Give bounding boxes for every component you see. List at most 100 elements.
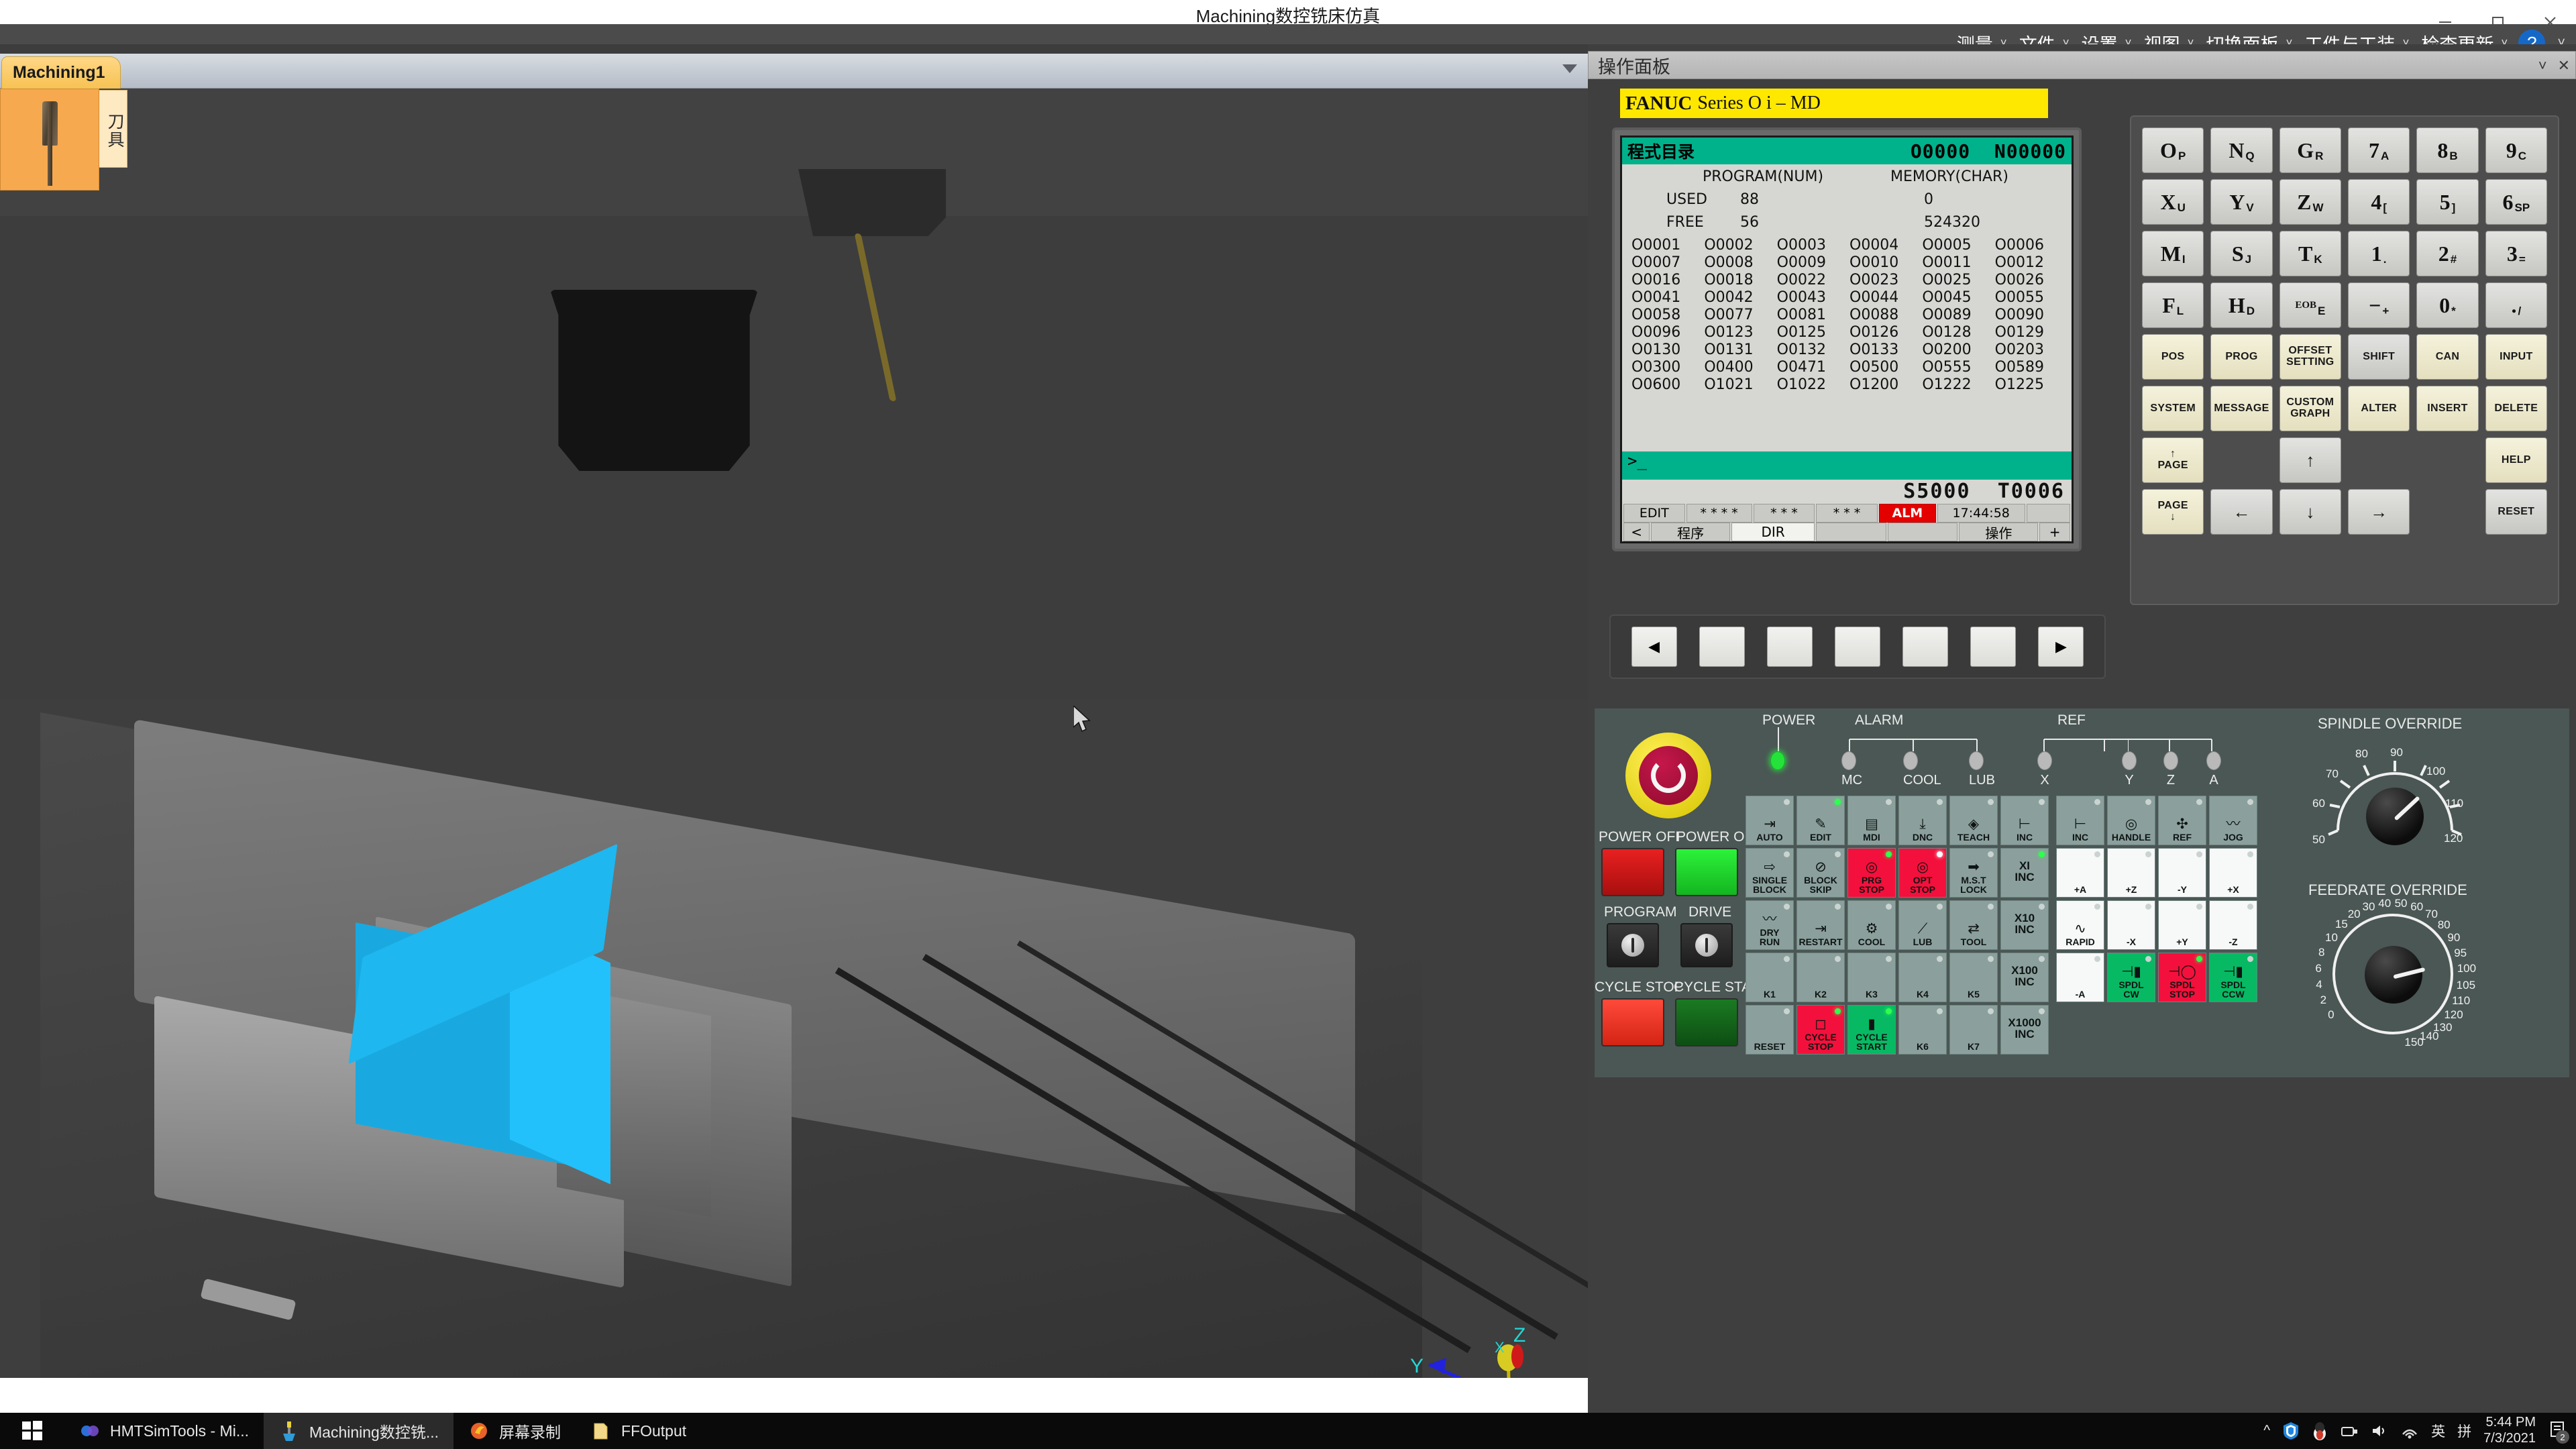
console-button-+a[interactable]: +A	[2056, 848, 2104, 898]
cnc-screen[interactable]: 程式目录 O0000 N00000 PROGRAM(NUM) MEMORY(CH…	[1620, 136, 2074, 543]
feedrate-override-knob[interactable]	[2365, 946, 2426, 1004]
tray-expand-chevron-icon[interactable]: ^	[2263, 1423, 2270, 1439]
keypad-key-alter[interactable]: ALTER	[2348, 386, 2410, 431]
taskbar-item-ffoutput[interactable]: FFOutput	[576, 1413, 701, 1449]
softkey-operation[interactable]: 操作	[1959, 523, 2039, 541]
softkey-button-1[interactable]	[1699, 627, 1745, 667]
console-button-k1[interactable]: K1	[1746, 953, 1794, 1002]
ime-mode-icon[interactable]: 拼	[2457, 1421, 2471, 1441]
tab-dropdown-icon[interactable]	[1562, 64, 1577, 73]
console-button-block-skip[interactable]: ⊘ BLOCK SKIP	[1796, 848, 1845, 898]
program-entry[interactable]: O0300	[1631, 359, 1701, 376]
spindle-override-dial[interactable]: SPINDLE OVERRIDE 50 60 70 80 90 100 110 …	[2311, 715, 2479, 863]
program-entry[interactable]: O0058	[1631, 307, 1701, 323]
console-button-spdl-cw[interactable]: ⊣▮ SPDL CW	[2107, 953, 2155, 1002]
drive-keyswitch[interactable]	[1680, 923, 1733, 967]
program-entry[interactable]: O0043	[1777, 289, 1847, 306]
console-button-x1000-inc[interactable]: X1000 INC	[2000, 1005, 2049, 1055]
console-button-k4[interactable]: K4	[1898, 953, 1947, 1002]
console-button-+z[interactable]: +Z	[2107, 848, 2155, 898]
network-icon[interactable]	[2340, 1422, 2359, 1440]
keypad-key-op[interactable]: OP	[2142, 127, 2204, 173]
console-button-spdl-stop[interactable]: ⊣◯ SPDL STOP	[2158, 953, 2206, 1002]
keypad-key-message[interactable]: MESSAGE	[2210, 386, 2273, 431]
console-button-k5[interactable]: K5	[1949, 953, 1998, 1002]
console-button-k6[interactable]: K6	[1898, 1005, 1947, 1055]
taskbar-item-machining[interactable]: Machining数控铣...	[264, 1413, 454, 1449]
viewport-panel[interactable]: Machining1 刀具 Y Z X	[0, 44, 1588, 1378]
tool-panel-tab[interactable]: 刀具	[99, 90, 127, 168]
program-entry[interactable]: O0132	[1777, 341, 1847, 358]
3d-scene[interactable]: 刀具 Y Z X 60.05 fps	[0, 89, 1588, 1378]
console-button--z[interactable]: -Z	[2209, 900, 2257, 950]
cycle-start-button[interactable]	[1675, 998, 1738, 1046]
screen-command-line[interactable]: >_	[1622, 451, 2072, 480]
keypad-key-insert[interactable]: INSERT	[2416, 386, 2479, 431]
feedrate-override-dial[interactable]: FEEDRATE OVERRIDE 0 2 4 6 8 10 15 20 30 40 50 60 70 8…	[2304, 881, 2485, 1069]
program-entry[interactable]: O0125	[1777, 324, 1847, 341]
softkey-next[interactable]: +	[2039, 523, 2070, 541]
program-entry[interactable]: O0006	[1995, 237, 2065, 254]
console-button-+y[interactable]: +Y	[2158, 900, 2206, 950]
program-entry[interactable]: O0090	[1995, 307, 2065, 323]
keypad-key-−+[interactable]: − +	[2348, 282, 2410, 328]
ime-language-icon[interactable]: 英	[2431, 1421, 2445, 1441]
program-entry[interactable]: O0200	[1922, 341, 1992, 358]
program-entry[interactable]: O0500	[1849, 359, 1919, 376]
program-entry[interactable]: O0012	[1995, 254, 2065, 271]
program-entry[interactable]: O0081	[1777, 307, 1847, 323]
console-button-x100-inc[interactable]: X100 INC	[2000, 953, 2049, 1002]
console-button-xi-inc[interactable]: XI INC	[2000, 848, 2049, 898]
console-button-cycle-start[interactable]: ▮ CYCLE START	[1847, 1005, 1896, 1055]
softkey-dir[interactable]: DIR	[1731, 523, 1815, 541]
program-entry[interactable]: O0126	[1849, 324, 1919, 341]
keypad-key-./[interactable]: . /	[2485, 282, 2547, 328]
program-entry[interactable]: O0004	[1849, 237, 1919, 254]
program-entry[interactable]: O0077	[1704, 307, 1774, 323]
console-button-ref[interactable]: ✣ REF	[2158, 796, 2206, 845]
keypad-key-gr[interactable]: GR	[2279, 127, 2341, 173]
console-button-opt-stop[interactable]: ◎ OPT STOP	[1898, 848, 1947, 898]
program-keyswitch[interactable]	[1607, 923, 1659, 967]
program-entry[interactable]: O0129	[1995, 324, 2065, 341]
taskbar-clock[interactable]: 5:44 PM 7/3/2021	[2483, 1415, 2536, 1446]
panel-minimize-icon[interactable]: ˅	[2538, 57, 2547, 74]
program-entry[interactable]: O0002	[1704, 237, 1774, 254]
console-button-k3[interactable]: K3	[1847, 953, 1896, 1002]
program-entry[interactable]: O0203	[1995, 341, 2065, 358]
cycle-stop-button[interactable]	[1601, 998, 1664, 1046]
program-entry[interactable]: O0042	[1704, 289, 1774, 306]
emergency-stop-button[interactable]	[1625, 733, 1711, 818]
wifi-icon[interactable]	[2400, 1422, 2419, 1440]
program-entry[interactable]: O0041	[1631, 289, 1701, 306]
keypad-key-fl[interactable]: FL	[2142, 282, 2204, 328]
program-entry[interactable]: O0005	[1922, 237, 1992, 254]
program-entry[interactable]: O0026	[1995, 272, 2065, 288]
softkey-blank-2[interactable]	[1887, 523, 1958, 541]
keypad-key-pos[interactable]: POS	[2142, 334, 2204, 380]
program-entry[interactable]: O0018	[1704, 272, 1774, 288]
console-button--x[interactable]: -X	[2107, 900, 2155, 950]
console-button-+x[interactable]: +X	[2209, 848, 2257, 898]
program-entry[interactable]: O0400	[1704, 359, 1774, 376]
keypad-key-hd[interactable]: HD	[2210, 282, 2273, 328]
program-entry[interactable]: O0589	[1995, 359, 2065, 376]
console-button-mdi[interactable]: ▤ MDI	[1847, 796, 1896, 845]
program-entry[interactable]: O0045	[1922, 289, 1992, 306]
program-entry[interactable]: O0123	[1704, 324, 1774, 341]
console-button-inc[interactable]: ⊢ INC	[2000, 796, 2049, 845]
softkey-blank-1[interactable]	[1816, 523, 1886, 541]
console-button-rapid[interactable]: ∿ RAPID	[2056, 900, 2104, 950]
keypad-key-zw[interactable]: ZW	[2279, 179, 2341, 225]
console-button-edit[interactable]: ✎ EDIT	[1796, 796, 1845, 845]
program-entry[interactable]: O0022	[1777, 272, 1847, 288]
keypad-key-3=[interactable]: 3 =	[2485, 231, 2547, 276]
softkey-button-5[interactable]	[1970, 627, 2017, 667]
console-button-reset[interactable]: RESET	[1746, 1005, 1794, 1055]
program-entry[interactable]: O0008	[1704, 254, 1774, 271]
program-entry[interactable]: O1222	[1922, 376, 1992, 393]
program-entry[interactable]: O1225	[1995, 376, 2065, 393]
keypad-key-shift[interactable]: SHIFT	[2348, 334, 2410, 380]
keypad-key-6sp[interactable]: 6 SP	[2485, 179, 2547, 225]
softkey-button-3[interactable]	[1834, 627, 1880, 667]
